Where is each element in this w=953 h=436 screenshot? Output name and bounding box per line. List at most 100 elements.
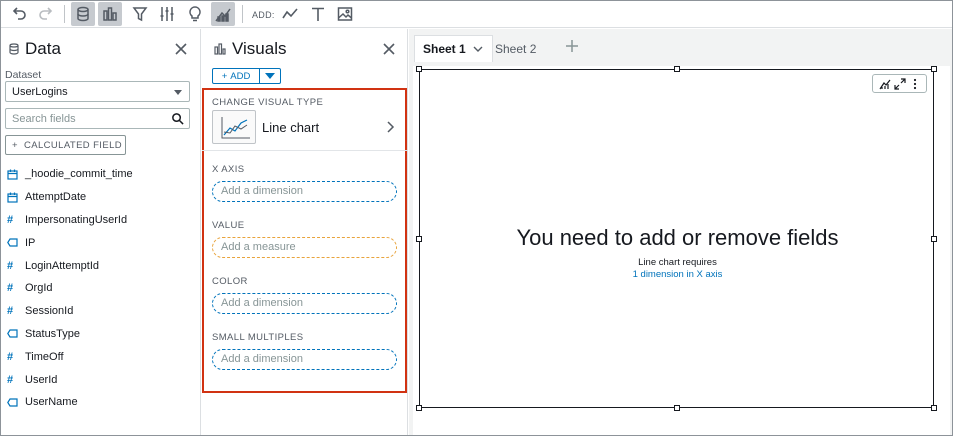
caret-down-icon (265, 73, 275, 79)
visual-message-title: You need to add or remove fields (516, 225, 839, 250)
well-placeholder: Add a dimension (221, 353, 303, 365)
resize-handle[interactable] (674, 66, 680, 72)
field-item[interactable]: AttemptDate (7, 186, 197, 209)
hash-icon: # (7, 305, 14, 318)
field-item[interactable]: IP (7, 231, 197, 254)
field-name: OrgId (25, 282, 53, 295)
undo-icon[interactable] (7, 2, 31, 26)
visual-message-link[interactable]: 1 dimension in X axis (420, 269, 935, 280)
tag-icon (7, 327, 25, 341)
plus-icon: + (12, 139, 18, 151)
add-visual-split-button: + ADD (212, 68, 281, 84)
field-name: TimeOff (25, 350, 64, 363)
x-axis-well[interactable]: Add a dimension (212, 181, 397, 202)
close-icon[interactable] (173, 41, 189, 57)
visual-menu (872, 74, 927, 93)
data-panel: Data Dataset UserLogins Search fields + … (1, 29, 201, 435)
plus-icon: + (221, 70, 228, 82)
resize-handle[interactable] (416, 66, 422, 72)
field-name: IP (25, 236, 36, 249)
search-placeholder: Search fields (12, 113, 76, 125)
field-item[interactable]: StatusType (7, 323, 197, 346)
field-name: ImpersonatingUserId (25, 213, 128, 226)
dataset-label: Dataset (5, 69, 42, 81)
field-item[interactable]: # SessionId (7, 300, 197, 323)
add-visual-button[interactable]: + ADD (212, 68, 260, 84)
add-text-icon[interactable] (306, 2, 330, 26)
dataset-select-value: UserLogins (12, 86, 68, 98)
insights-icon[interactable] (183, 2, 207, 26)
hash-icon: # (7, 213, 14, 226)
resize-handle[interactable] (416, 405, 422, 411)
small-multiples-well[interactable]: Add a dimension (212, 349, 397, 370)
field-list: _hoodie_commit_time AttemptDate # Impersona… (7, 163, 197, 414)
chevron-down-icon[interactable] (472, 43, 484, 55)
field-name: LoginAttemptId (25, 259, 99, 272)
toolbar-divider (64, 5, 65, 23)
redo-icon[interactable] (34, 2, 58, 26)
more-options-icon[interactable] (909, 78, 921, 90)
add-sheet-icon[interactable] (564, 38, 580, 54)
hash-icon: # (7, 259, 14, 272)
add-visual-dropdown[interactable] (260, 68, 281, 84)
format-visual-icon[interactable] (879, 78, 891, 90)
divider (202, 150, 408, 151)
visuals-panel-title: Visuals (232, 39, 287, 58)
field-item[interactable]: # TimeOff (7, 345, 197, 368)
hash-icon: # (7, 282, 14, 295)
resize-handle[interactable] (674, 405, 680, 411)
toolbar-divider (242, 5, 243, 23)
parameters-icon[interactable] (155, 2, 179, 26)
calendar-icon (7, 190, 25, 204)
well-placeholder: Add a measure (221, 241, 296, 253)
calculated-field-button[interactable]: + CALCULATED FIELD (5, 135, 126, 155)
search-icon (172, 113, 184, 125)
tab-sheet-2[interactable]: Sheet 2 (487, 35, 544, 62)
line-chart-thumbnail-icon (212, 110, 256, 144)
search-fields-input[interactable]: Search fields (5, 108, 190, 129)
field-name: UserId (25, 373, 58, 386)
resize-handle[interactable] (931, 66, 937, 72)
add-visual-icon[interactable] (278, 2, 302, 26)
well-label: SMALL MULTIPLES (212, 332, 304, 343)
field-name: _hoodie_commit_time (25, 168, 133, 181)
hash-icon: # (7, 350, 14, 363)
resize-handle[interactable] (931, 405, 937, 411)
themes-icon[interactable] (211, 2, 235, 26)
value-well[interactable]: Add a measure (212, 237, 397, 258)
field-name: AttemptDate (25, 191, 87, 204)
close-icon[interactable] (381, 41, 397, 57)
sheet: You need to add or remove fields Line ch… (413, 66, 950, 435)
tab-sheet-1[interactable]: Sheet 1 (414, 35, 493, 62)
tag-icon (7, 395, 25, 409)
data-panel-title: Data (25, 39, 61, 58)
visual-placeholder[interactable]: You need to add or remove fields Line ch… (416, 66, 937, 411)
visuals-panel: Visuals + ADD CHANGE VISUAL TYPE Line ch… (202, 29, 408, 435)
well-placeholder: Add a dimension (221, 297, 303, 309)
chevron-right-icon (387, 121, 395, 133)
field-item[interactable]: # OrgId (7, 277, 197, 300)
well-label: VALUE (212, 220, 245, 231)
visual-type-name: Line chart (262, 120, 320, 135)
visual-type-selector[interactable]: Line chart (212, 110, 400, 144)
dataset-icon (9, 43, 19, 55)
visuals-icon[interactable] (98, 2, 122, 26)
sheet-tabs: Sheet 1 Sheet 2 (409, 29, 952, 66)
field-item[interactable]: # LoginAttemptId (7, 254, 197, 277)
sheet-canvas-area: Sheet 1 Sheet 2 You need to add or remov… (409, 29, 952, 435)
hash-icon: # (7, 373, 14, 386)
field-item[interactable]: # UserId (7, 368, 197, 391)
add-label: ADD: (252, 10, 275, 20)
field-item[interactable]: _hoodie_commit_time (7, 163, 197, 186)
field-item[interactable]: UserName (7, 391, 197, 414)
field-name: SessionId (25, 305, 74, 318)
well-placeholder: Add a dimension (221, 185, 303, 197)
color-well[interactable]: Add a dimension (212, 293, 397, 314)
visuals-icon (214, 43, 226, 55)
field-item[interactable]: # ImpersonatingUserId (7, 209, 197, 232)
filter-icon[interactable] (128, 2, 152, 26)
add-image-icon[interactable] (333, 2, 357, 26)
dataset-select[interactable]: UserLogins (5, 81, 190, 102)
expand-icon[interactable] (893, 77, 906, 90)
dataset-icon[interactable] (71, 2, 95, 26)
